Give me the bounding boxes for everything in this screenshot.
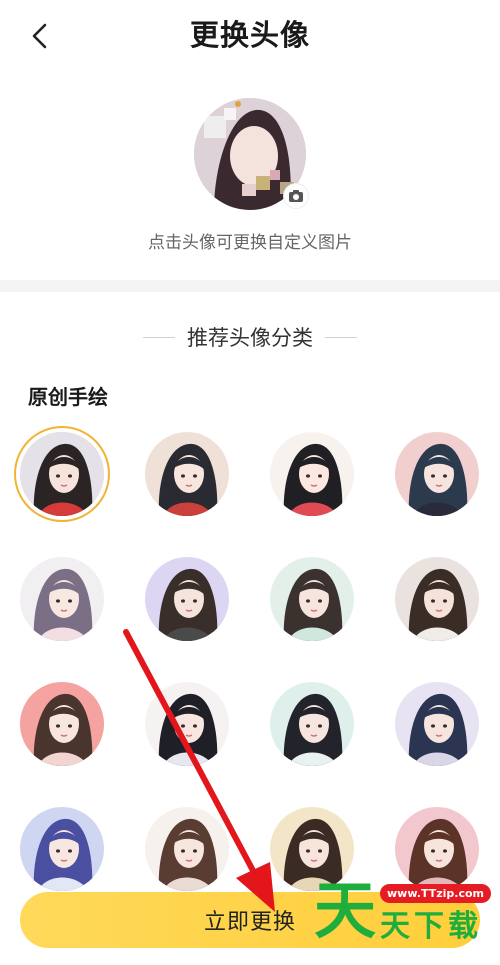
avatar-illustration — [20, 682, 104, 766]
title-line-left — [143, 336, 175, 338]
avatar-option[interactable] — [20, 432, 104, 516]
current-avatar-button[interactable] — [194, 98, 308, 210]
avatar-option[interactable] — [20, 807, 104, 891]
section-divider — [0, 280, 500, 292]
avatar-option[interactable] — [20, 557, 104, 641]
avatar-illustration — [395, 432, 479, 516]
watermark-text: 天下载 — [380, 909, 482, 944]
page-title: 更换头像 — [189, 18, 310, 52]
title-line-right — [325, 336, 357, 338]
avatar-option[interactable] — [145, 807, 229, 891]
camera-icon — [289, 190, 303, 202]
avatar-illustration — [395, 557, 479, 641]
avatar-hint: 点击头像可更换自定义图片 — [148, 233, 352, 253]
avatar-option[interactable] — [145, 682, 229, 766]
avatar-illustration — [145, 682, 229, 766]
avatar-illustration — [145, 432, 229, 516]
recommend-section-header: 推荐头像分类 — [0, 322, 500, 352]
avatar-illustration — [20, 557, 104, 641]
camera-badge[interactable] — [284, 184, 308, 208]
confirm-button-label: 立即更换 — [203, 910, 296, 935]
avatar-option[interactable] — [270, 432, 354, 516]
watermark-logo: 天 www.TTzip.com 天下载 — [310, 878, 500, 965]
watermark-url: www.TTzip.com — [380, 884, 491, 903]
avatar-option[interactable] — [270, 682, 354, 766]
recommend-section-title: 推荐头像分类 — [187, 326, 313, 350]
avatar-illustration — [145, 807, 229, 891]
avatar-illustration — [145, 557, 229, 641]
avatar-illustration — [20, 807, 104, 891]
avatar-illustration — [270, 682, 354, 766]
avatar-illustration — [270, 432, 354, 516]
avatar-option[interactable] — [145, 557, 229, 641]
avatar-illustration — [395, 682, 479, 766]
header: 更换头像 — [0, 0, 500, 70]
avatar-option[interactable] — [395, 682, 479, 766]
watermark-big-char: 天 — [314, 874, 377, 947]
category-title: 原创手绘 — [28, 385, 108, 409]
avatar-option[interactable] — [20, 682, 104, 766]
avatar-option[interactable] — [395, 432, 479, 516]
avatar-illustration — [20, 432, 104, 516]
avatar-option[interactable] — [395, 557, 479, 641]
avatar-illustration — [270, 557, 354, 641]
avatar-option[interactable] — [145, 432, 229, 516]
avatar-option[interactable] — [270, 557, 354, 641]
